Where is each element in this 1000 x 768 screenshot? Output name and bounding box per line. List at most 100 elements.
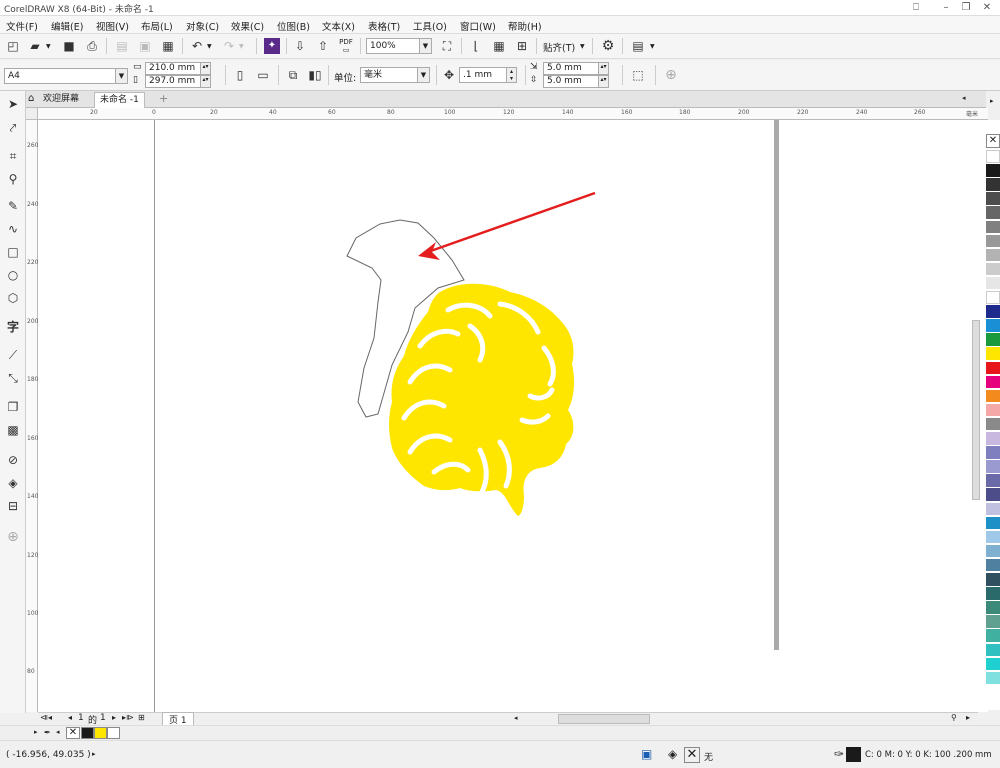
menu-effects[interactable]: 效果(C) — [231, 19, 264, 33]
horizontal-ruler[interactable]: 20 0 20 40 60 80 100 120 140 160 180 200… — [38, 108, 988, 120]
page-width-spinner[interactable]: ▴▾ — [201, 62, 211, 75]
options-gear-icon[interactable]: ⚙ — [599, 37, 617, 55]
menu-help[interactable]: 帮助(H) — [508, 19, 542, 33]
show-rulers-icon[interactable]: ⌊ — [467, 37, 485, 55]
palette-swatch[interactable] — [986, 206, 1000, 219]
palette-swatch[interactable] — [986, 291, 1000, 304]
doc-palette-swatch[interactable] — [81, 727, 94, 739]
palette-swatch[interactable] — [986, 615, 1000, 628]
current-page-icon[interactable]: ▮▯ — [306, 66, 324, 84]
palette-swatch[interactable] — [986, 446, 1000, 459]
interactive-fill-tool-icon[interactable]: ◈ — [4, 474, 22, 492]
pick-tool-icon[interactable]: ➤ — [4, 95, 22, 113]
units-select[interactable]: 毫米 — [360, 67, 418, 83]
launcher-dropdown-icon[interactable]: ▼ — [650, 43, 655, 50]
doc-palette-swatch[interactable] — [107, 727, 120, 739]
page-width-input[interactable]: 210.0 mm — [145, 62, 201, 75]
menu-tools[interactable]: 工具(O) — [413, 19, 447, 33]
show-grid-icon[interactable]: ▦ — [490, 37, 508, 55]
ellipse-tool-icon[interactable]: ○ — [4, 266, 22, 284]
color-proof-icon[interactable]: ▣ — [641, 747, 652, 761]
vertical-ruler[interactable]: 260 240 220 200 180 160 140 120 100 80 — [26, 120, 38, 712]
portrait-icon[interactable]: ▯ — [231, 66, 249, 84]
palette-swatch[interactable] — [986, 192, 1000, 205]
artistic-media-tool-icon[interactable]: ∿ — [4, 220, 22, 238]
palette-swatch[interactable] — [986, 601, 1000, 614]
no-color-swatch[interactable]: ✕ — [986, 134, 1000, 148]
outline-pen-icon[interactable]: ✑ — [834, 747, 844, 761]
palette-swatch[interactable] — [986, 220, 1000, 234]
palette-swatch[interactable] — [986, 305, 1000, 318]
save-icon[interactable]: ■ — [60, 37, 78, 55]
drawing-canvas[interactable] — [38, 120, 988, 712]
next-page-icon[interactable]: ▸ — [112, 713, 116, 722]
parallel-dimension-tool-icon[interactable]: ⟋ — [4, 346, 22, 364]
h-scroll-right-icon[interactable]: ▸ — [966, 713, 970, 722]
zoom-tool-icon[interactable]: ⚲ — [4, 170, 22, 188]
palette-swatch[interactable] — [986, 587, 1000, 600]
palette-swatch[interactable] — [986, 544, 1000, 558]
menu-text[interactable]: 文本(X) — [322, 19, 355, 33]
show-guidelines-icon[interactable]: ⊞ — [513, 37, 531, 55]
vertical-scrollbar-thumb[interactable] — [972, 320, 980, 500]
palette-swatch[interactable] — [986, 347, 1000, 360]
open-folder-icon[interactable]: ▰ — [26, 37, 44, 55]
duplicate-x-spinner[interactable]: ▴▾ — [599, 62, 609, 75]
fill-none-swatch[interactable]: ✕ — [684, 747, 700, 763]
menu-bitmaps[interactable]: 位图(B) — [277, 19, 310, 33]
copy-icon[interactable]: ▣ — [136, 37, 154, 55]
add-page-icon[interactable]: ⊞ — [138, 713, 145, 722]
palette-swatch[interactable] — [986, 276, 1000, 290]
palette-swatch[interactable] — [986, 262, 1000, 276]
palette-swatch[interactable] — [986, 629, 1000, 642]
tab-untitled-1[interactable]: 未命名 -1 — [94, 92, 145, 108]
palette-swatch[interactable] — [986, 403, 1000, 417]
snap-dropdown-icon[interactable]: ▼ — [580, 43, 585, 50]
publish-pdf-icon[interactable]: PDF ▭ — [338, 38, 354, 54]
palette-swatch[interactable] — [986, 178, 1000, 191]
eyedropper-icon[interactable]: ✒ — [44, 728, 51, 737]
fill-bucket-icon[interactable]: ◈ — [668, 747, 677, 761]
expand-docker-icon[interactable]: ▸ — [990, 97, 994, 105]
search-content-icon[interactable]: ✦ — [264, 38, 280, 54]
units-dropdown-icon[interactable]: ▼ — [418, 67, 430, 83]
landscape-icon[interactable]: ▭ — [254, 66, 272, 84]
zoom-to-page-icon[interactable]: ⚲ — [951, 713, 957, 722]
status-expand-icon[interactable]: ▸ — [92, 750, 96, 758]
palette-swatch[interactable] — [986, 530, 1000, 544]
palette-swatch[interactable] — [986, 643, 1000, 657]
previous-page-icon[interactable]: ◂ — [68, 713, 72, 722]
menu-window[interactable]: 窗口(W) — [460, 19, 496, 33]
palette-swatch[interactable] — [986, 164, 1000, 177]
menu-object[interactable]: 对象(C) — [186, 19, 219, 33]
maximize-button[interactable]: ❐ — [957, 1, 975, 14]
text-tool-icon[interactable]: 字 — [4, 318, 22, 336]
full-screen-icon[interactable]: ⛶ — [438, 37, 456, 55]
palette-swatch[interactable] — [986, 234, 1000, 248]
color-eyedropper-tool-icon[interactable]: ⊘ — [4, 451, 22, 469]
redo-icon[interactable]: ↷ — [220, 37, 238, 55]
palette-swatch[interactable] — [986, 657, 1000, 671]
export-icon[interactable]: ⇧ — [314, 37, 332, 55]
add-tab-button[interactable]: + — [154, 92, 173, 108]
quick-customize-icon[interactable]: ⊕ — [662, 66, 680, 84]
doc-palette-swatch[interactable] — [94, 727, 107, 739]
menu-edit[interactable]: 编辑(E) — [51, 19, 83, 33]
palette-swatch[interactable] — [986, 417, 1000, 431]
ruler-origin[interactable] — [26, 108, 38, 120]
palette-swatch[interactable] — [986, 460, 1000, 473]
zoom-dropdown-icon[interactable]: ▼ — [420, 38, 432, 54]
page-height-input[interactable]: 297.0 mm — [145, 75, 201, 88]
transparency-tool-icon[interactable]: ▩ — [4, 421, 22, 439]
crop-tool-icon[interactable]: ⌗ — [4, 147, 22, 165]
horizontal-scrollbar-thumb[interactable] — [558, 714, 650, 724]
menu-layout[interactable]: 布局(L) — [141, 19, 173, 33]
last-page-icon[interactable]: ▸⧐ — [122, 713, 134, 722]
drop-shadow-tool-icon[interactable]: ❐ — [4, 398, 22, 416]
connector-tool-icon[interactable]: ⤡ — [4, 369, 22, 387]
cut-icon[interactable]: ▤ — [113, 37, 131, 55]
add-tool-icon[interactable]: ⊕ — [4, 528, 22, 546]
h-scroll-left-icon[interactable]: ◂ — [514, 714, 520, 724]
redo-dropdown-icon[interactable]: ▼ — [239, 43, 244, 50]
palette-menu-icon[interactable]: ▸ — [34, 728, 38, 736]
